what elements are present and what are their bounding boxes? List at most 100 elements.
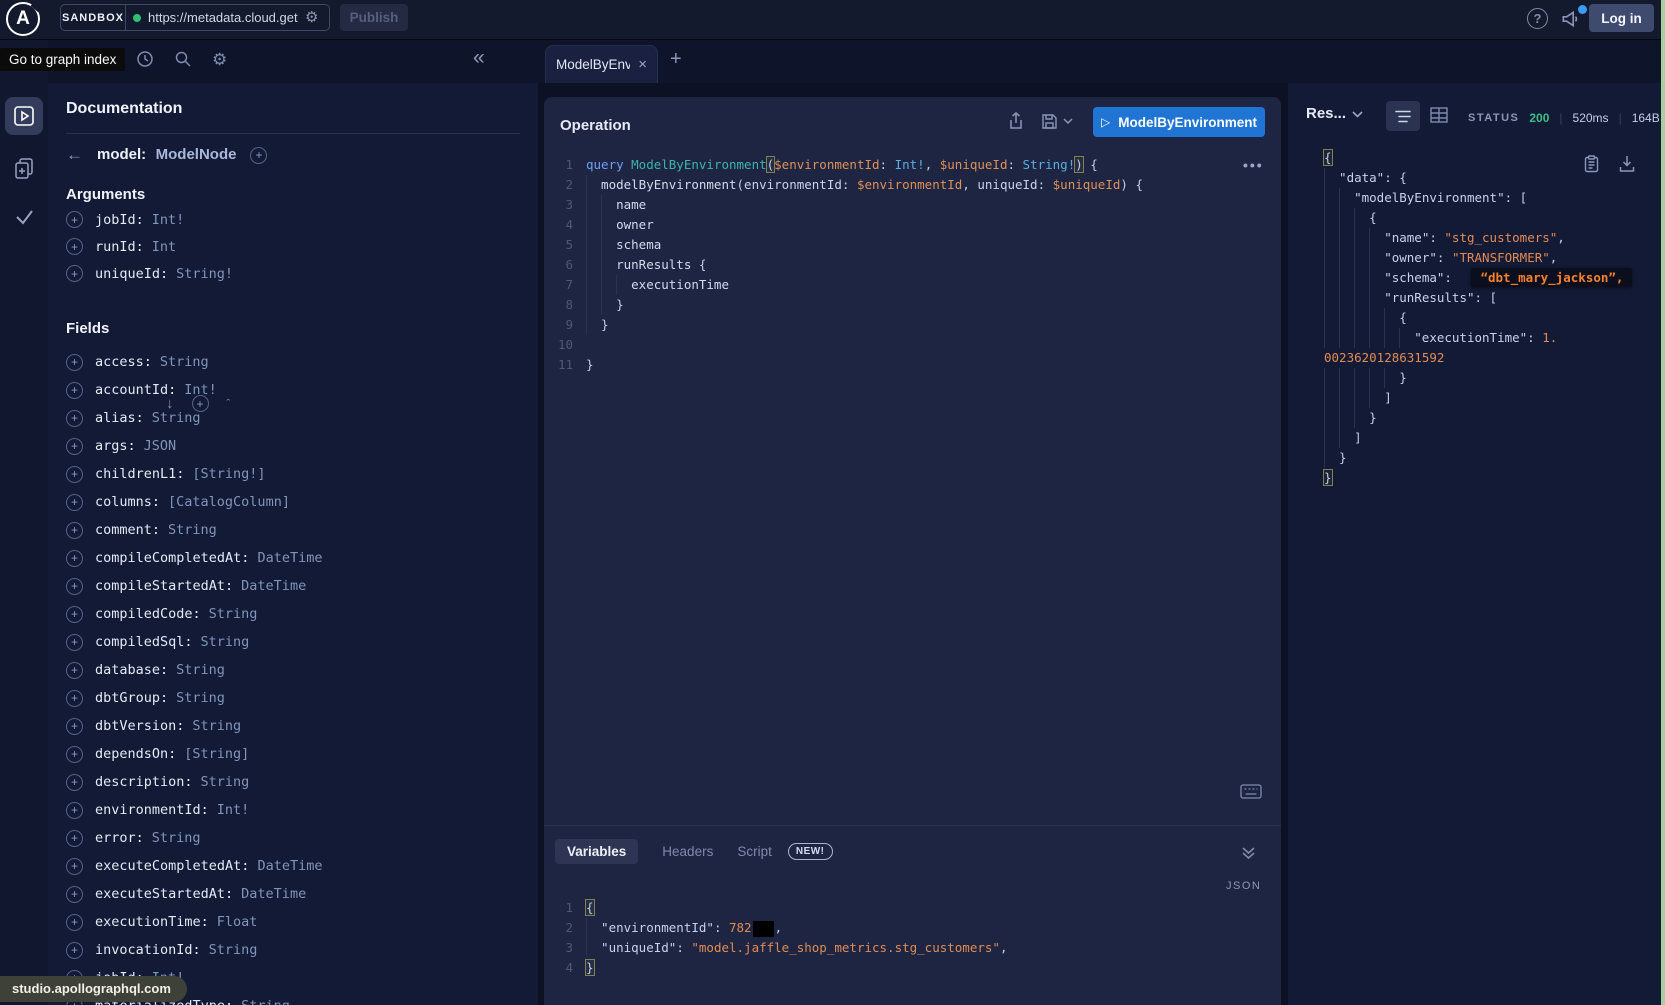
announcements-icon[interactable]	[1560, 8, 1586, 32]
doc-field-row[interactable]: +runId:Int	[66, 233, 526, 260]
doc-field-row[interactable]: +description:String	[66, 768, 526, 796]
code-line[interactable]: 4}	[544, 958, 1244, 978]
doc-field-row[interactable]: +columns:[CatalogColumn]	[66, 488, 526, 516]
doc-field-row[interactable]: +comment:String	[66, 516, 526, 544]
code-line[interactable]: 6runResults {	[544, 255, 1244, 275]
add-to-query-icon[interactable]: +	[250, 147, 267, 164]
code-line[interactable]: "modelByEnvironment": [	[1324, 188, 1654, 208]
code-line[interactable]: 8}	[544, 295, 1244, 315]
add-field-icon[interactable]: +	[66, 662, 83, 679]
doc-field-row[interactable]: +database:String	[66, 656, 526, 684]
response-dropdown-chevron-icon[interactable]	[1352, 111, 1363, 118]
add-field-icon[interactable]: +	[66, 522, 83, 539]
add-field-icon[interactable]: +	[66, 774, 83, 791]
code-line[interactable]: ]	[1324, 428, 1654, 448]
code-line[interactable]: 4owner	[544, 215, 1244, 235]
code-line[interactable]: 2"environmentId": 782,	[544, 918, 1244, 938]
code-line[interactable]: {	[1324, 308, 1654, 328]
collapse-panel-icon[interactable]: «	[473, 46, 485, 70]
code-line[interactable]: }	[1324, 368, 1654, 388]
collapse-variables-icon[interactable]	[1241, 846, 1256, 860]
share-icon[interactable]	[1008, 112, 1024, 130]
new-tab-icon[interactable]: +	[670, 48, 682, 71]
search-icon[interactable]	[174, 50, 192, 68]
add-field-icon[interactable]: +	[66, 238, 83, 255]
add-field-icon[interactable]: +	[66, 550, 83, 567]
explorer-rail-item[interactable]	[5, 97, 43, 135]
add-field-icon[interactable]: +	[66, 830, 83, 847]
code-line[interactable]: 5schema	[544, 235, 1244, 255]
doc-field-row[interactable]: +alias:String	[66, 404, 526, 432]
code-line[interactable]: {	[1324, 208, 1654, 228]
add-field-icon[interactable]: +	[66, 858, 83, 875]
add-field-icon[interactable]: +	[66, 410, 83, 427]
doc-field-row[interactable]: +access:String	[66, 348, 526, 376]
doc-field-row[interactable]: +executionTime:Float	[66, 908, 526, 936]
doc-field-row[interactable]: +uniqueId:String!	[66, 260, 526, 287]
endpoint-url-bar[interactable]: https://metadata.cloud.get ⚙	[125, 4, 330, 31]
apollo-logo[interactable]: A	[6, 2, 40, 36]
save-icon[interactable]	[1041, 113, 1073, 130]
operation-tab[interactable]: ModelByEnvi... ×	[545, 45, 658, 83]
graphql-editor[interactable]: 1query ModelByEnvironment($environmentId…	[544, 155, 1244, 375]
tab-headers[interactable]: Headers	[662, 844, 713, 859]
doc-field-row[interactable]: +error:String	[66, 824, 526, 852]
settings-gear-icon[interactable]: ⚙	[212, 51, 227, 68]
doc-field-row[interactable]: +compileCompletedAt:DateTime	[66, 544, 526, 572]
tab-script[interactable]: Script	[737, 844, 772, 859]
doc-field-row[interactable]: +accountId:Int!	[66, 376, 526, 404]
login-button[interactable]: Log in	[1589, 4, 1654, 32]
doc-field-row[interactable]: +childrenL1:[String!]	[66, 460, 526, 488]
add-field-icon[interactable]: +	[66, 494, 83, 511]
checks-rail-item[interactable]	[13, 207, 36, 227]
response-json[interactable]: {"data": {"modelByEnvironment": [{"name"…	[1324, 148, 1654, 488]
doc-field-row[interactable]: +dependsOn:[String]	[66, 740, 526, 768]
add-field-icon[interactable]: +	[66, 690, 83, 707]
keyboard-shortcuts-icon[interactable]	[1240, 784, 1262, 799]
add-field-icon[interactable]: +	[66, 914, 83, 931]
add-field-icon[interactable]: +	[66, 265, 83, 282]
code-line[interactable]: 1{	[544, 898, 1244, 918]
code-line[interactable]: ]	[1324, 388, 1654, 408]
variables-editor[interactable]: 1{2"environmentId": 782,3"uniqueId": "mo…	[544, 898, 1244, 978]
code-line[interactable]: 3name	[544, 195, 1244, 215]
code-line[interactable]: 3"uniqueId": "model.jaffle_shop_metrics.…	[544, 938, 1244, 958]
add-field-icon[interactable]: +	[66, 211, 83, 228]
raw-view-toggle[interactable]	[1386, 101, 1420, 131]
add-field-icon[interactable]: +	[66, 382, 83, 399]
add-field-icon[interactable]: +	[66, 438, 83, 455]
code-line[interactable]: "runResults": [	[1324, 288, 1654, 308]
doc-field-row[interactable]: +dbtGroup:String	[66, 684, 526, 712]
endpoint-url[interactable]: https://metadata.cloud.get	[148, 10, 298, 25]
code-line[interactable]: 7executionTime	[544, 275, 1244, 295]
code-line[interactable]: }	[1324, 408, 1654, 428]
code-line[interactable]: }	[1324, 468, 1654, 488]
code-line[interactable]: 11}	[544, 355, 1244, 375]
add-field-icon[interactable]: +	[66, 634, 83, 651]
response-title[interactable]: Res...	[1306, 105, 1346, 122]
add-field-icon[interactable]: +	[66, 886, 83, 903]
run-operation-button[interactable]: ▷ ModelByEnvironment	[1093, 107, 1265, 137]
code-line[interactable]: "name": "stg_customers",	[1324, 228, 1654, 248]
editor-more-menu-icon[interactable]: •••	[1243, 157, 1264, 173]
code-line[interactable]: }	[1324, 448, 1654, 468]
code-line[interactable]: "schema": “dbt_mary_jackson”,	[1324, 268, 1654, 288]
add-field-icon[interactable]: +	[66, 466, 83, 483]
history-icon[interactable]	[136, 50, 154, 68]
add-field-icon[interactable]: +	[66, 746, 83, 763]
add-field-icon[interactable]: +	[66, 606, 83, 623]
add-field-icon[interactable]: +	[66, 802, 83, 819]
add-field-icon[interactable]: +	[66, 354, 83, 371]
help-icon[interactable]: ?	[1527, 8, 1548, 29]
doc-field-row[interactable]: +executeCompletedAt:DateTime	[66, 852, 526, 880]
tab-variables[interactable]: Variables	[555, 839, 638, 864]
endpoint-settings-icon[interactable]: ⚙	[305, 10, 318, 25]
doc-field-row[interactable]: +compiledSql:String	[66, 628, 526, 656]
doc-field-row[interactable]: +args:JSON	[66, 432, 526, 460]
code-line[interactable]: 10	[544, 335, 1244, 355]
publish-button[interactable]: Publish	[340, 4, 408, 31]
doc-field-row[interactable]: +compileStartedAt:DateTime	[66, 572, 526, 600]
doc-field-row[interactable]: +compiledCode:String	[66, 600, 526, 628]
table-view-toggle[interactable]	[1430, 107, 1448, 123]
doc-field-row[interactable]: +dbtVersion:String	[66, 712, 526, 740]
